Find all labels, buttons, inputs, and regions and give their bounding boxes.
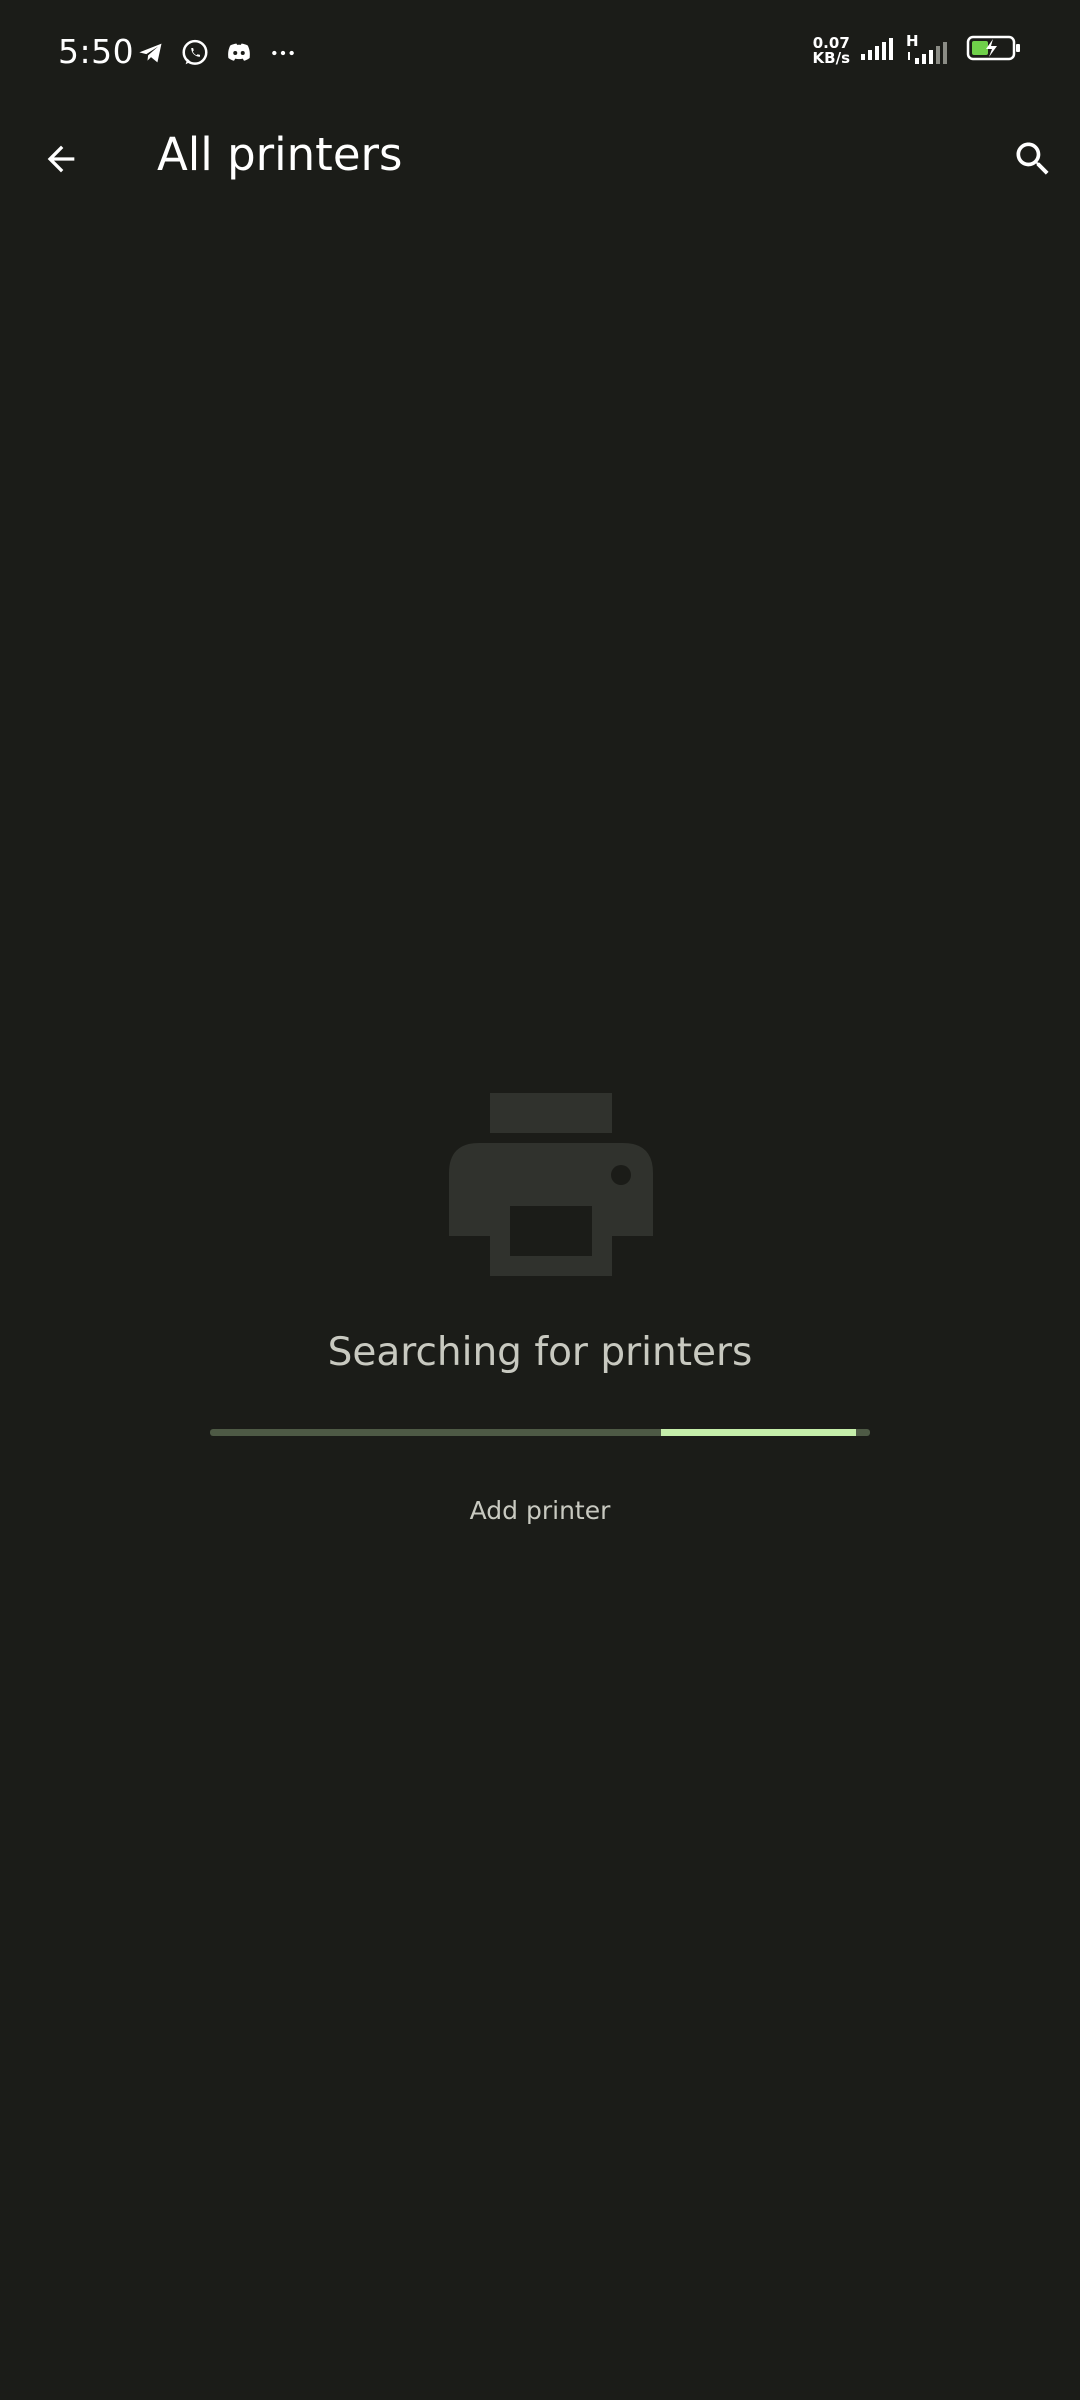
page-title: All printers [157, 128, 403, 181]
search-button[interactable] [1000, 126, 1066, 192]
net-speed: 0.07 KB/s [812, 35, 850, 67]
signal-h-icon: H [906, 32, 956, 66]
app-bar: All printers [0, 108, 1080, 204]
battery-icon [966, 34, 1022, 67]
progress-indicator [661, 1429, 856, 1436]
status-time: 5:50 [58, 32, 135, 71]
screen: 5:50 0.07 KB/s H All printers Searching … [0, 0, 1080, 2400]
searching-progress-bar [210, 1429, 870, 1436]
telegram-icon [136, 38, 166, 68]
signal-icon [860, 35, 896, 66]
net-speed-unit: KB/s [812, 48, 850, 67]
add-printer-button[interactable]: Add printer [440, 1480, 640, 1540]
more-icon [268, 38, 298, 68]
searching-status-text: Searching for printers [327, 1330, 753, 1375]
status-right: 0.07 KB/s H [812, 32, 1022, 67]
discord-icon [224, 38, 254, 68]
back-button[interactable] [28, 126, 94, 192]
whatsapp-icon [180, 38, 210, 68]
notification-icons [136, 38, 298, 68]
printer-icon [449, 1089, 653, 1282]
arrow-back-icon [47, 145, 75, 173]
status-bar: 5:50 0.07 KB/s H [0, 0, 1080, 108]
search-icon [1016, 142, 1049, 175]
